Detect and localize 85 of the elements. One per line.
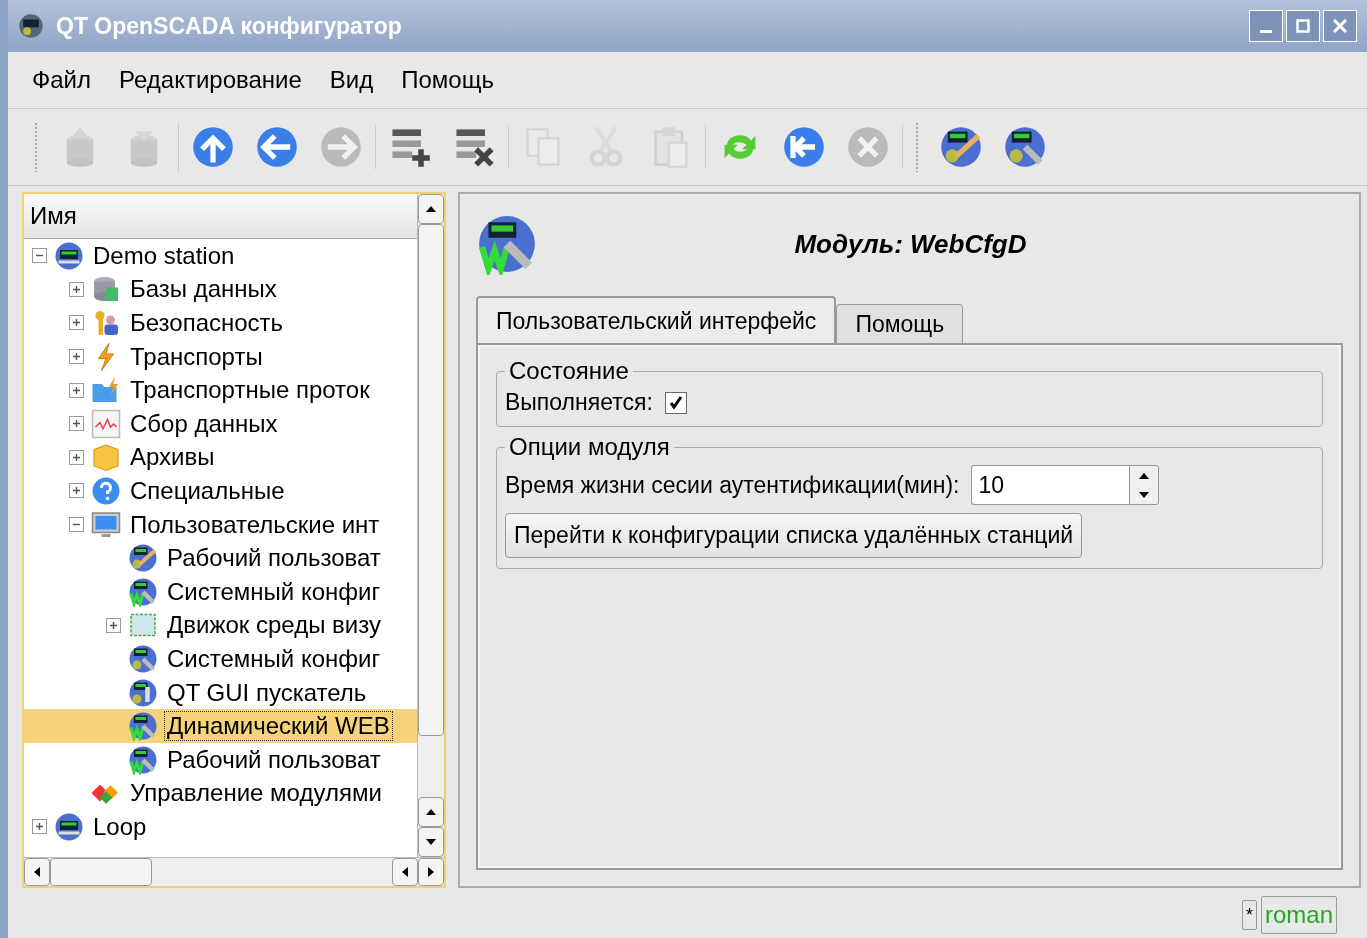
- expand-icon[interactable]: [69, 382, 84, 398]
- globe-rocket-icon: [128, 677, 158, 708]
- close-icon: [846, 125, 890, 169]
- globe-wave-icon: [128, 576, 158, 607]
- close-button[interactable]: [1323, 10, 1357, 42]
- tab[interactable]: Пользовательский интерфейс: [476, 296, 837, 344]
- expand-icon[interactable]: [69, 281, 84, 297]
- tree-item[interactable]: Loop: [24, 810, 417, 844]
- tree-item[interactable]: Управление модулями: [24, 776, 417, 811]
- expand-icon[interactable]: [106, 617, 121, 633]
- horizontal-scrollbar[interactable]: [24, 857, 444, 886]
- tab[interactable]: Помощь: [836, 304, 964, 344]
- arrow-left-bar-icon: [782, 125, 826, 169]
- expand-icon[interactable]: [69, 349, 84, 365]
- scroll-left-icon[interactable]: [401, 866, 409, 878]
- help-icon: [91, 475, 121, 506]
- number-field[interactable]: 10: [971, 465, 1130, 505]
- checkbox[interactable]: [664, 391, 687, 414]
- group-title: Состояние: [508, 357, 630, 385]
- group-title: Опции модуля: [508, 433, 671, 461]
- tree-item[interactable]: Demo station: [24, 239, 417, 273]
- app-icon: [18, 13, 44, 39]
- tree-item[interactable]: Транспортные проток: [24, 373, 417, 407]
- tree-item[interactable]: Сбор данных: [24, 406, 417, 441]
- maximize-icon: [1296, 19, 1310, 33]
- toolbar-button[interactable]: [939, 125, 983, 169]
- monitor-icon: [91, 509, 121, 540]
- tree-item[interactable]: Рабочий пользоват: [24, 742, 417, 777]
- globe-wave-icon: [128, 744, 158, 775]
- field-label: Выполняется:: [505, 389, 653, 416]
- minimize-icon: [1260, 29, 1272, 33]
- arrow-right-icon: [319, 125, 363, 169]
- field-label: Время жизни сесии аутентификации(мин):: [505, 471, 960, 499]
- window-title: QT OpenSCADA конфигуратор: [56, 12, 403, 40]
- scroll-up-icon[interactable]: [425, 808, 437, 816]
- page-title: Модуль: WebCfgD: [793, 228, 1028, 260]
- scroll-left-icon[interactable]: [33, 866, 41, 878]
- spin-arrows[interactable]: [1129, 465, 1160, 505]
- server-globe-icon: [54, 240, 84, 271]
- tree-item[interactable]: Транспорты: [24, 339, 417, 374]
- globe-wave-icon: [128, 711, 158, 742]
- arrow-left-icon: [255, 125, 299, 169]
- vertical-scrollbar[interactable]: [417, 194, 444, 857]
- collapse-icon[interactable]: [32, 248, 47, 264]
- minimize-button[interactable]: [1249, 10, 1283, 42]
- globe-pen-icon: [939, 125, 983, 169]
- expand-icon[interactable]: [69, 449, 84, 465]
- expand-icon[interactable]: [69, 315, 84, 331]
- globe-wrench-icon: [1003, 125, 1047, 169]
- column-header[interactable]: Имя: [24, 194, 417, 239]
- config-button[interactable]: Перейти к конфигурации списка удалённых станций: [505, 513, 1083, 558]
- collapse-icon[interactable]: [69, 517, 84, 533]
- tree-item[interactable]: Рабочий пользоват: [24, 541, 417, 575]
- menu-item[interactable]: Помощь: [401, 66, 494, 94]
- tree-item[interactable]: Системный конфиг: [24, 642, 417, 676]
- tree-item[interactable]: Архивы: [24, 440, 417, 475]
- tree-item[interactable]: Специальные: [24, 474, 417, 508]
- tree-item[interactable]: Системный конфиг: [24, 574, 417, 609]
- tree-item[interactable]: Динамический WEB: [24, 709, 417, 743]
- expand-icon[interactable]: [69, 483, 84, 499]
- modified-indicator: *: [1241, 900, 1257, 930]
- close-icon: [1333, 19, 1347, 33]
- user-name: roman: [1260, 896, 1337, 934]
- globe-wave-icon: [476, 213, 538, 275]
- tree-item[interactable]: Пользовательские инт: [24, 507, 417, 542]
- menu-item[interactable]: Файл: [32, 66, 91, 94]
- box-icon: [91, 442, 121, 473]
- tree-item[interactable]: QT GUI пускатель: [24, 675, 417, 710]
- menu-item[interactable]: Редактирование: [119, 66, 302, 94]
- chart-icon: [91, 408, 121, 439]
- expand-icon[interactable]: [32, 819, 47, 835]
- server-globe-icon: [54, 811, 84, 842]
- globe-pen-icon: [128, 543, 158, 574]
- globe-wrench-icon: [128, 643, 158, 674]
- tree-item[interactable]: Базы данных: [24, 272, 417, 307]
- tree-item[interactable]: Безопасность: [24, 306, 417, 340]
- menu-item[interactable]: Вид: [329, 66, 374, 94]
- scroll-down-icon[interactable]: [425, 838, 437, 846]
- tree-item[interactable]: Движок среды визу: [24, 608, 417, 643]
- scroll-right-icon[interactable]: [427, 866, 435, 878]
- scroll-up-icon[interactable]: [425, 205, 437, 213]
- maximize-button[interactable]: [1286, 10, 1320, 42]
- expand-icon[interactable]: [69, 416, 84, 432]
- toolbar-button[interactable]: [1003, 125, 1047, 169]
- arrow-up-icon: [191, 125, 235, 169]
